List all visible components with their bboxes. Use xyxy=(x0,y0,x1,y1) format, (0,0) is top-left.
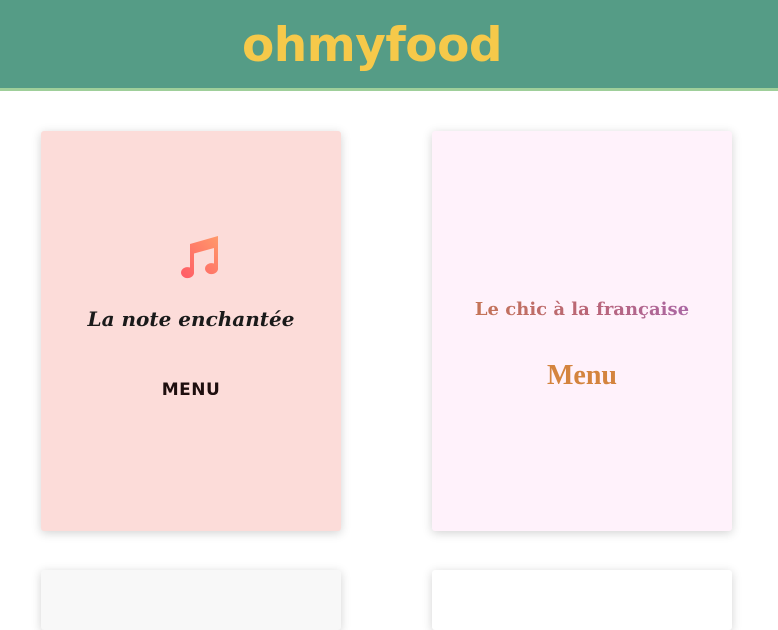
restaurant-card[interactable] xyxy=(432,570,732,630)
menu-link[interactable]: Menu xyxy=(432,360,732,392)
music-note-icon xyxy=(181,236,219,279)
menu-link[interactable]: MENU xyxy=(41,380,341,400)
restaurant-card-le-chic-a-la-francaise[interactable]: Le chic à la française Menu xyxy=(432,131,732,531)
site-header: ohmyfood xyxy=(0,0,778,91)
restaurant-name: Le chic à la française xyxy=(432,299,732,320)
site-logo[interactable]: ohmyfood xyxy=(242,18,503,74)
restaurant-name: La note enchantée xyxy=(87,307,295,331)
restaurant-card[interactable] xyxy=(41,570,341,630)
restaurant-card-la-note-enchantee[interactable]: La note enchantée MENU xyxy=(41,131,341,531)
